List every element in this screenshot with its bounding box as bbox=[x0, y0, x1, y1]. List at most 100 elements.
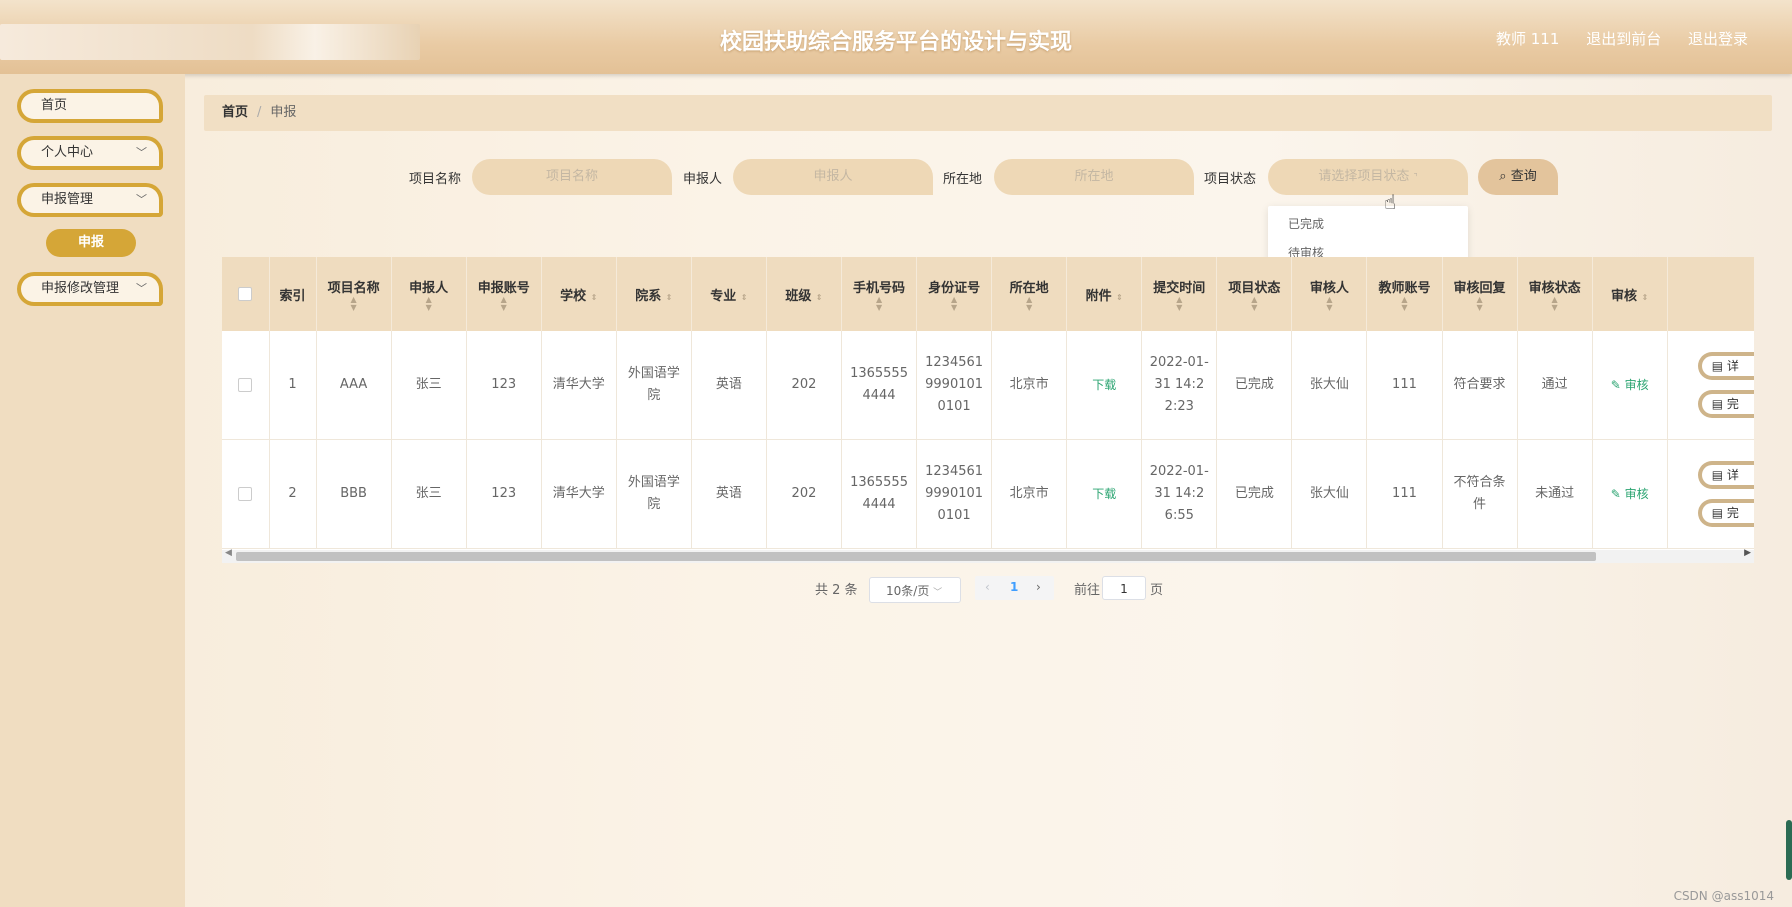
front-link[interactable]: 退出到前台 bbox=[1586, 30, 1661, 48]
audit-link[interactable]: ✎ 审核 bbox=[1611, 487, 1649, 501]
sort-icon: ▲ ▼ bbox=[951, 294, 958, 312]
sidebar-subitem-apply[interactable]: 申报 bbox=[46, 229, 136, 257]
col-header[interactable]: 学校 ⇕ bbox=[541, 257, 617, 331]
table-header-row: 索引 项目名称 ▲ ▼ 申报人 ▲ ▼ 申报账号 ▲ ▼ 学校 ⇕ 院系 ⇕ 专业 ⇕ 班级… bbox=[222, 257, 1754, 331]
col-header[interactable]: 申报账号 ▲ ▼ bbox=[466, 257, 542, 331]
col-header[interactable]: 手机号码 ▲ ▼ bbox=[841, 257, 918, 331]
cell-rstatus: 通过 bbox=[1517, 331, 1593, 440]
page-number[interactable]: 1 bbox=[1010, 580, 1018, 594]
sort-icon: ▲ ▼ bbox=[425, 294, 432, 312]
applicant-input[interactable]: 申报人 bbox=[733, 159, 933, 195]
cell-time: 2022-01-31 14:22:23 bbox=[1141, 331, 1218, 440]
project-name-label: 项目名称 bbox=[409, 172, 462, 187]
query-button[interactable]: ⌕ 查询 bbox=[1478, 159, 1558, 195]
page-size-value: 10条/页 bbox=[886, 584, 930, 598]
row-checkbox[interactable] bbox=[222, 331, 270, 440]
goto-label: 前往 bbox=[1074, 583, 1101, 598]
download-link[interactable]: 下载 bbox=[1092, 378, 1116, 392]
cell-teacher: 111 bbox=[1366, 439, 1443, 549]
table-row: 2 BBB 张三 123 清华大学 外国语学院 英语 202 136555544… bbox=[222, 439, 1754, 549]
col-header[interactable]: 附件 ⇕ bbox=[1066, 257, 1143, 331]
cell-applicant: 张三 bbox=[391, 439, 467, 549]
status-option[interactable]: 已完成 bbox=[1268, 210, 1468, 239]
chevron-up-icon: ﹀ bbox=[136, 193, 147, 206]
col-header-actions bbox=[1667, 257, 1754, 331]
sidebar-item-home[interactable]: 首页 bbox=[17, 89, 163, 123]
cell-dept: 外国语学院 bbox=[616, 331, 692, 440]
chevron-down-icon: ⌝ bbox=[1413, 173, 1418, 183]
cell-teacher: 111 bbox=[1366, 331, 1443, 440]
sidebar-item-apply-edit-mgmt[interactable]: 申报修改管理 ﹀ bbox=[17, 272, 163, 306]
sort-icon: ▲ ▼ bbox=[1401, 294, 1408, 312]
sort-icon: ▲ ▼ bbox=[1026, 294, 1033, 312]
scroll-left-icon[interactable]: ◀ bbox=[225, 548, 232, 558]
cell-pstatus: 已完成 bbox=[1216, 439, 1293, 549]
scrollbar-thumb[interactable] bbox=[236, 552, 1596, 561]
applicant-label: 申报人 bbox=[683, 172, 723, 187]
complete-button[interactable]: ▤ 完 bbox=[1697, 499, 1754, 527]
cell-audit: ✎ 审核 bbox=[1592, 439, 1668, 549]
page-size-select[interactable]: 10条/页 ﹀ bbox=[869, 577, 961, 603]
detail-button[interactable]: ▤ 详 bbox=[1697, 352, 1754, 380]
col-header[interactable]: 审核 ⇕ bbox=[1592, 257, 1668, 331]
cell-dept: 外国语学院 bbox=[616, 439, 692, 549]
table-row: 1 AAA 张三 123 清华大学 外国语学院 英语 202 136555544… bbox=[222, 331, 1754, 440]
hand-cursor-icon: ☝ bbox=[1384, 190, 1397, 214]
prev-page-icon[interactable]: ‹ bbox=[985, 580, 990, 594]
top-header: 校园扶助综合服务平台的设计与实现 教师 111 退出到前台 退出登录 bbox=[0, 0, 1792, 74]
cell-account: 123 bbox=[466, 331, 542, 440]
chevron-down-icon: ﹀ bbox=[933, 588, 943, 598]
col-header[interactable]: 审核人 ▲ ▼ bbox=[1291, 257, 1368, 331]
horizontal-scrollbar[interactable]: ◀ ▶ bbox=[222, 548, 1754, 563]
breadcrumb-home[interactable]: 首页 bbox=[222, 105, 248, 120]
document-icon: ▤ bbox=[1711, 506, 1724, 520]
sidebar-item-label: 申报管理 bbox=[41, 192, 94, 207]
logout-link[interactable]: 退出登录 bbox=[1688, 30, 1748, 48]
col-header[interactable]: 项目名称 ▲ ▼ bbox=[316, 257, 392, 331]
col-header[interactable]: 院系 ⇕ bbox=[616, 257, 692, 331]
cell-audit: ✎ 审核 bbox=[1592, 331, 1668, 440]
location-input[interactable]: 所在地 bbox=[994, 159, 1194, 195]
complete-button[interactable]: ▤ 完 bbox=[1697, 390, 1754, 418]
download-link[interactable]: 下载 bbox=[1092, 487, 1116, 501]
col-header[interactable]: 身份证号 ▲ ▼ bbox=[916, 257, 993, 331]
select-all-checkbox[interactable] bbox=[222, 257, 270, 331]
status-select[interactable]: 请选择项目状态 ⌝ bbox=[1268, 159, 1468, 195]
vertical-scrollbar[interactable] bbox=[1786, 820, 1792, 880]
col-header: 索引 bbox=[269, 257, 317, 331]
detail-button[interactable]: ▤ 详 bbox=[1697, 461, 1754, 489]
col-header[interactable]: 专业 ⇕ bbox=[691, 257, 767, 331]
cell-idcard: 123456199901010101 bbox=[916, 331, 993, 440]
user-label: 教师 111 bbox=[1496, 30, 1560, 48]
row-checkbox[interactable] bbox=[222, 439, 270, 549]
sort-icon: ▲ ▼ bbox=[1551, 294, 1558, 312]
scroll-right-icon[interactable]: ▶ bbox=[1744, 548, 1751, 558]
sidebar-item-apply-mgmt[interactable]: 申报管理 ﹀ bbox=[17, 183, 163, 217]
sort-icon: ▲ ▼ bbox=[1476, 294, 1483, 312]
sort-icon: ▲ ▼ bbox=[500, 294, 507, 312]
sort-icon: ▲ ▼ bbox=[1251, 294, 1258, 312]
sidebar-item-personal[interactable]: 个人中心 ﹀ bbox=[17, 136, 163, 170]
col-header[interactable]: 提交时间 ▲ ▼ bbox=[1141, 257, 1218, 331]
cell-index: 1 bbox=[269, 331, 317, 440]
col-header[interactable]: 所在地 ▲ ▼ bbox=[991, 257, 1068, 331]
header-links: 教师 111 退出到前台 退出登录 bbox=[1474, 28, 1748, 49]
pager: ‹ 1 › bbox=[975, 576, 1054, 600]
goto-page-input[interactable]: 1 bbox=[1102, 576, 1146, 600]
cell-class: 202 bbox=[766, 439, 843, 549]
col-header[interactable]: 项目状态 ▲ ▼ bbox=[1216, 257, 1293, 331]
col-header[interactable]: 教师账号 ▲ ▼ bbox=[1366, 257, 1443, 331]
next-page-icon[interactable]: › bbox=[1036, 580, 1041, 594]
col-header[interactable]: 审核回复 ▲ ▼ bbox=[1442, 257, 1518, 331]
col-header[interactable]: 班级 ⇕ bbox=[766, 257, 843, 331]
breadcrumb-separator: / bbox=[257, 105, 262, 120]
cell-school: 清华大学 bbox=[541, 331, 617, 440]
cell-actions: ▤ 详 ▤ 完 bbox=[1667, 439, 1754, 549]
audit-link[interactable]: ✎ 审核 bbox=[1611, 378, 1649, 392]
edit-icon: ✎ bbox=[1610, 486, 1621, 501]
cell-idcard: 123456199901010101 bbox=[916, 439, 993, 549]
col-header[interactable]: 申报人 ▲ ▼ bbox=[391, 257, 467, 331]
cell-reply: 符合要求 bbox=[1442, 331, 1518, 440]
project-name-input[interactable]: 项目名称 bbox=[472, 159, 672, 195]
col-header[interactable]: 审核状态 ▲ ▼ bbox=[1517, 257, 1593, 331]
